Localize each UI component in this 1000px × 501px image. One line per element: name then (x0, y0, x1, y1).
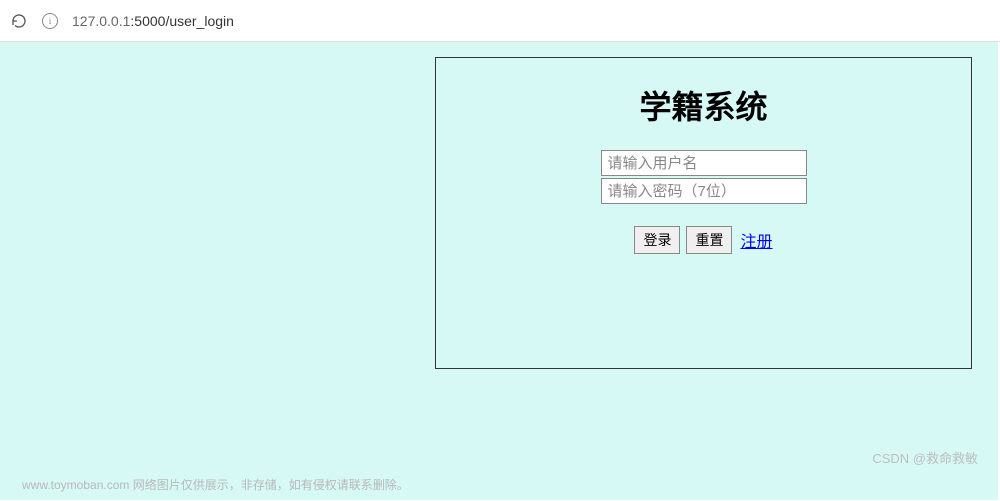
url-host: 127.0.0.1 (72, 13, 130, 29)
url-display[interactable]: 127.0.0.1:5000/user_login (72, 13, 234, 29)
refresh-icon[interactable] (10, 12, 28, 30)
browser-address-bar: i 127.0.0.1:5000/user_login (0, 0, 1000, 42)
watermark-bottom-right: CSDN @救命救敏 (872, 448, 978, 467)
action-row: 登录 重置 注册 (436, 226, 971, 254)
login-panel: 学籍系统 登录 重置 注册 (435, 57, 972, 369)
url-port: :5000 (130, 13, 165, 29)
login-button[interactable]: 登录 (634, 226, 680, 254)
password-input[interactable] (601, 178, 807, 204)
page-content: 学籍系统 登录 重置 注册 (0, 42, 998, 500)
url-path: /user_login (165, 13, 234, 29)
info-letter: i (49, 16, 52, 26)
password-row (436, 178, 971, 204)
site-info-icon[interactable]: i (42, 13, 58, 29)
reset-button[interactable]: 重置 (686, 226, 732, 254)
register-link[interactable]: 注册 (740, 228, 772, 252)
username-row (436, 150, 971, 176)
page-title: 学籍系统 (436, 82, 971, 128)
username-input[interactable] (601, 150, 807, 176)
watermark-bottom-left: www.toymoban.com 网络图片仅供展示，非存储，如有侵权请联系删除。 (22, 476, 409, 493)
